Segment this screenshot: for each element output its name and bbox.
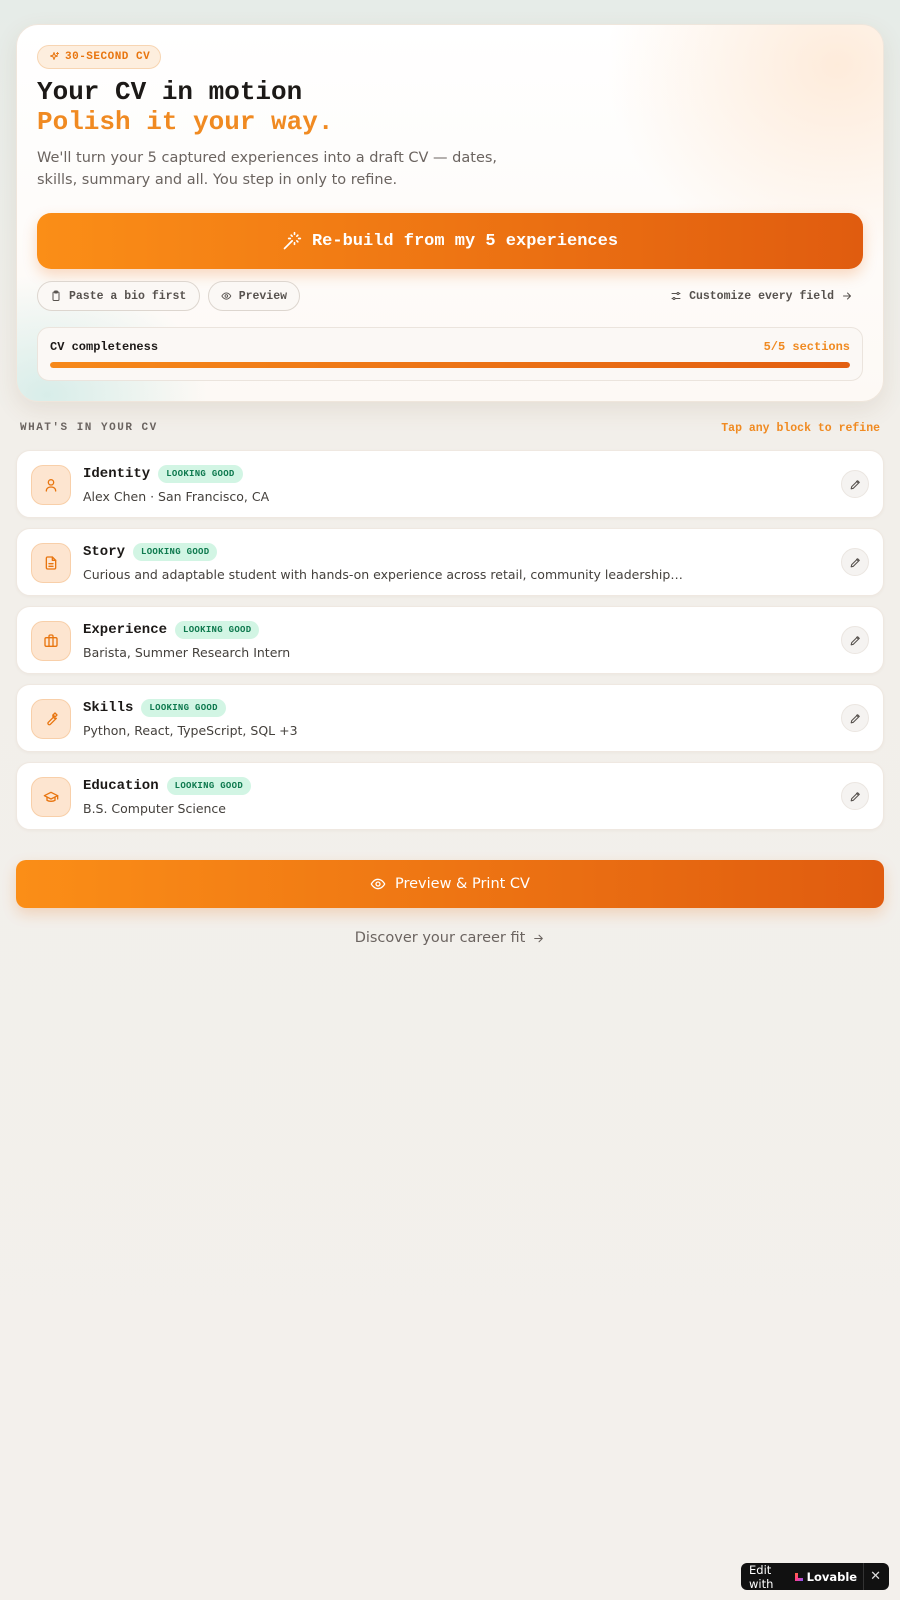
status-badge: LOOKING GOOD <box>158 465 243 483</box>
pencil-icon <box>850 791 860 801</box>
card-title: Skills <box>83 700 134 716</box>
card-title-row: Experience LOOKING GOOD <box>83 621 260 639</box>
preview-chip-label: Preview <box>238 289 287 303</box>
preview-print-label: Preview & Print CV <box>395 876 530 892</box>
arrow-right-icon <box>534 934 544 942</box>
career-fit-link[interactable]: Discover your career fit <box>0 930 900 946</box>
card-title-row: Education LOOKING GOOD <box>83 777 252 795</box>
paste-bio-label: Paste a bio first <box>69 289 187 303</box>
card-icon-box <box>31 465 71 505</box>
edit-education-button[interactable] <box>841 782 869 810</box>
card-title-row: Identity LOOKING GOOD <box>83 465 243 483</box>
badge-label: 30-SECOND CV <box>65 51 151 63</box>
career-fit-label: Discover your career fit <box>354 930 526 946</box>
cv-block-skills[interactable]: Skills LOOKING GOOD Python, React, TypeS… <box>16 684 884 752</box>
card-title-row: Story LOOKING GOOD <box>83 543 218 561</box>
edit-story-button[interactable] <box>841 548 869 576</box>
status-badge: LOOKING GOOD <box>141 699 226 717</box>
card-title: Experience <box>83 622 168 638</box>
card-icon-box <box>31 777 71 817</box>
card-subtitle: Python, React, TypeScript, SQL +3 <box>83 723 298 738</box>
lovable-brand: Lovable <box>794 1570 857 1584</box>
pencil-icon <box>850 635 860 645</box>
wrench-icon <box>47 712 58 726</box>
lovable-logo-icon <box>794 1572 803 1581</box>
edit-identity-button[interactable] <box>841 470 869 498</box>
magic-wand-icon <box>283 231 302 250</box>
edit-skills-button[interactable] <box>841 704 869 732</box>
status-badge: LOOKING GOOD <box>175 621 260 639</box>
paste-bio-button[interactable]: Paste a bio first <box>37 281 200 311</box>
briefcase-icon <box>44 634 58 647</box>
card-title: Story <box>83 544 126 560</box>
rebuild-button[interactable]: Re-build from my 5 experiences <box>37 213 863 269</box>
card-subtitle: B.S. Computer Science <box>83 801 226 816</box>
status-badge: LOOKING GOOD <box>133 543 218 561</box>
graduation-cap-icon <box>43 791 59 802</box>
document-icon <box>45 556 57 570</box>
edit-experience-button[interactable] <box>841 626 869 654</box>
section-hint: Tap any block to refine <box>721 422 880 435</box>
customize-link[interactable]: Customize every field <box>670 281 853 311</box>
completeness-panel: CV completeness 5/5 sections <box>37 327 863 381</box>
preview-print-button[interactable]: Preview & Print CV <box>16 860 884 908</box>
arrow-right-icon <box>843 292 851 300</box>
card-title: Identity <box>83 466 151 482</box>
cv-block-experience[interactable]: Experience LOOKING GOOD Barista, Summer … <box>16 606 884 674</box>
completeness-label: CV completeness <box>50 340 159 354</box>
close-icon[interactable]: ✕ <box>863 1563 881 1590</box>
card-subtitle: Curious and adaptable student with hands… <box>83 567 683 582</box>
sparkles-icon <box>50 52 59 60</box>
card-title-row: Skills LOOKING GOOD <box>83 699 226 717</box>
card-icon-box <box>31 699 71 739</box>
section-heading: WHAT'S IN YOUR CV <box>20 422 158 434</box>
eye-icon <box>221 292 232 300</box>
edit-with-lovable-badge[interactable]: Edit with Lovable ✕ <box>741 1562 889 1591</box>
pencil-icon <box>850 713 860 723</box>
rebuild-button-label: Re-build from my 5 experiences <box>311 231 619 251</box>
thirty-second-badge: 30-SECOND CV <box>37 45 162 69</box>
lovable-prefix: Edit with <box>749 1562 774 1591</box>
pencil-icon <box>850 557 860 567</box>
eye-icon <box>370 878 386 890</box>
hero-card: 30-SECOND CV Your CV in motion Polish it… <box>16 24 884 402</box>
sliders-icon <box>671 292 681 300</box>
card-icon-box <box>31 621 71 661</box>
cv-block-identity[interactable]: Identity LOOKING GOOD Alex Chen · San Fr… <box>16 450 884 518</box>
preview-chip-button[interactable]: Preview <box>208 281 300 311</box>
user-icon <box>45 479 57 492</box>
cv-block-education[interactable]: Education LOOKING GOOD B.S. Computer Sci… <box>16 762 884 830</box>
pencil-icon <box>850 479 860 489</box>
status-badge: LOOKING GOOD <box>166 777 252 795</box>
card-subtitle: Barista, Summer Research Intern <box>83 645 291 660</box>
page-subtitle: Polish it your way. <box>37 107 334 137</box>
completeness-bar-fill <box>50 362 850 368</box>
customize-label: Customize every field <box>689 289 834 303</box>
page-title: Your CV in motion <box>37 77 303 107</box>
completeness-value: 5/5 sections <box>763 340 850 354</box>
card-icon-box <box>31 543 71 583</box>
card-title: Education <box>83 778 159 794</box>
clipboard-icon <box>52 290 60 301</box>
cv-block-story[interactable]: Story LOOKING GOOD Curious and adaptable… <box>16 528 884 596</box>
lovable-brand-text: Lovable <box>806 1569 858 1584</box>
hero-description: We'll turn your 5 captured experiences i… <box>37 150 498 188</box>
card-subtitle: Alex Chen · San Francisco, CA <box>83 489 270 504</box>
completeness-bar <box>50 362 850 368</box>
